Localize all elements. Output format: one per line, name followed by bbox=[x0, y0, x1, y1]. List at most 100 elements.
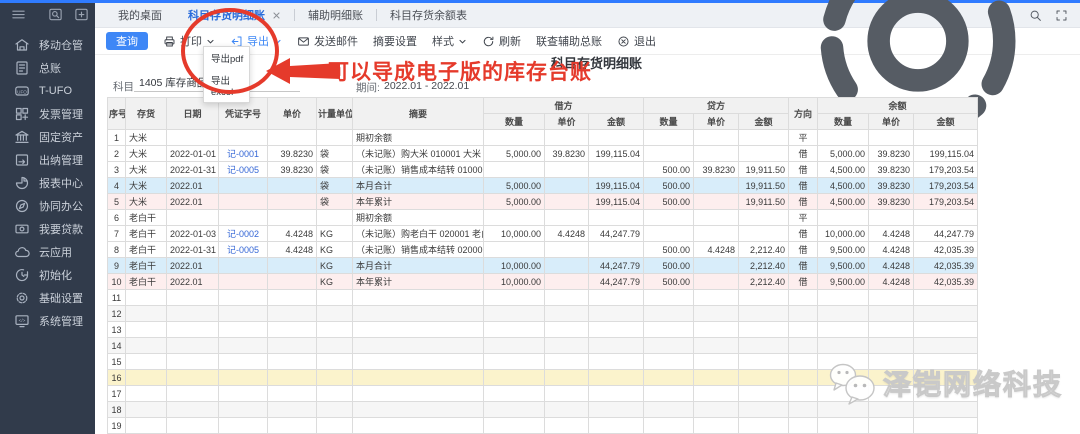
table-cell bbox=[789, 322, 818, 338]
table-cell: 袋 bbox=[317, 162, 353, 178]
table-row[interactable]: 16 bbox=[108, 370, 978, 386]
table-row[interactable]: 17 bbox=[108, 386, 978, 402]
table-cell bbox=[268, 258, 317, 274]
summary-settings-button[interactable]: 摘要设置 bbox=[373, 33, 417, 49]
sidebar-item-1[interactable]: 总账 bbox=[0, 56, 95, 79]
table-cell bbox=[589, 338, 644, 354]
sidebar-item-7[interactable]: 协同办公 bbox=[0, 194, 95, 217]
table-row[interactable]: 1大米期初余额平 bbox=[108, 130, 978, 146]
table-cell: 2,212.40 bbox=[739, 242, 789, 258]
style-button[interactable]: 样式 bbox=[432, 33, 467, 49]
table-row[interactable]: 18 bbox=[108, 402, 978, 418]
sidebar-item-3[interactable]: 发票管理 bbox=[0, 102, 95, 125]
tab-1[interactable]: 科目存货明细账 bbox=[175, 3, 294, 27]
table-cell bbox=[219, 178, 268, 194]
table-row[interactable]: 12 bbox=[108, 306, 978, 322]
hamburger-icon[interactable] bbox=[10, 7, 27, 22]
sub-col-header: 数量 bbox=[818, 114, 869, 130]
voucher-link[interactable]: 记-0005 bbox=[227, 245, 259, 255]
table-cell bbox=[914, 354, 978, 370]
send-mail-button[interactable]: 发送邮件 bbox=[297, 33, 358, 49]
table-row[interactable]: 8老白干2022-01-31记-00054.4248KG（未记账）销售成本结转 … bbox=[108, 242, 978, 258]
table-cell: KG bbox=[317, 258, 353, 274]
table-row[interactable]: 7老白干2022-01-03记-00024.4248KG（未记账）购老白干 02… bbox=[108, 226, 978, 242]
exit-button[interactable]: 退出 bbox=[617, 33, 656, 49]
table-cell: （未记账）销售成本结转 020001 老白干 bbox=[353, 242, 484, 258]
table-cell bbox=[545, 210, 589, 226]
table-cell bbox=[644, 322, 694, 338]
chevron-down-icon bbox=[273, 37, 282, 46]
table-row[interactable]: 4大米2022.01袋本月合计5,000.00199,115.04500.001… bbox=[108, 178, 978, 194]
voucher-link[interactable]: 记-0005 bbox=[227, 165, 259, 175]
sidebar-item-12[interactable]: </>系统管理 bbox=[0, 309, 95, 332]
table-cell bbox=[818, 418, 869, 434]
ledger-table-body: 1大米期初余额平2大米2022-01-01记-000139.8230袋（未记账）… bbox=[108, 130, 978, 434]
table-cell: 3 bbox=[108, 162, 126, 178]
sidebar-item-label: 出纳管理 bbox=[39, 152, 83, 168]
table-row[interactable]: 11 bbox=[108, 290, 978, 306]
voucher-link[interactable]: 记-0001 bbox=[227, 149, 259, 159]
table-row[interactable]: 10老白干2022.01KG本年累计10,000.0044,247.79500.… bbox=[108, 274, 978, 290]
sidebar-item-10[interactable]: 初始化 bbox=[0, 263, 95, 286]
table-cell: 老白干 bbox=[126, 242, 167, 258]
table-cell: 2022-01-31 bbox=[167, 162, 219, 178]
table-row[interactable]: 2大米2022-01-01记-000139.8230袋（未记账）购大米 0100… bbox=[108, 146, 978, 162]
table-cell bbox=[694, 274, 739, 290]
table-row[interactable]: 5大米2022.01袋本年累计5,000.00199,115.04500.001… bbox=[108, 194, 978, 210]
table-cell bbox=[219, 210, 268, 226]
table-cell bbox=[126, 290, 167, 306]
exit-icon bbox=[617, 35, 630, 48]
export-menu-item-1[interactable]: 导出excel bbox=[204, 69, 249, 102]
table-cell bbox=[219, 306, 268, 322]
query-button[interactable]: 查询 bbox=[106, 32, 148, 50]
tab-label: 科目存货余额表 bbox=[390, 7, 467, 23]
table-cell bbox=[644, 386, 694, 402]
table-cell: 4.4248 bbox=[869, 258, 914, 274]
table-row[interactable]: 14 bbox=[108, 338, 978, 354]
table-cell bbox=[545, 418, 589, 434]
new-window-icon[interactable] bbox=[74, 7, 89, 22]
export-menu-item-0[interactable]: 导出pdf bbox=[204, 47, 249, 69]
search-window-icon[interactable] bbox=[48, 7, 63, 22]
table-row[interactable]: 9老白干2022.01KG本月合计10,000.0044,247.79500.0… bbox=[108, 258, 978, 274]
table-cell: 袋 bbox=[317, 178, 353, 194]
table-cell bbox=[167, 322, 219, 338]
sidebar-item-2[interactable]: UFOT-UFO bbox=[0, 79, 95, 102]
table-cell bbox=[589, 130, 644, 146]
sidebar-item-4[interactable]: 固定资产 bbox=[0, 125, 95, 148]
table-row[interactable]: 19 bbox=[108, 418, 978, 434]
voucher-link[interactable]: 记-0002 bbox=[227, 229, 259, 239]
table-cell bbox=[484, 130, 545, 146]
sidebar-item-6[interactable]: 报表中心 bbox=[0, 171, 95, 194]
table-row[interactable]: 15 bbox=[108, 354, 978, 370]
table-row[interactable]: 6老白干期初余额平 bbox=[108, 210, 978, 226]
table-cell bbox=[268, 274, 317, 290]
sidebar-item-0[interactable]: 移动仓管 bbox=[0, 33, 95, 56]
sidebar-item-5[interactable]: 出纳管理 bbox=[0, 148, 95, 171]
table-cell: 9,500.00 bbox=[818, 274, 869, 290]
sidebar-item-11[interactable]: 基础设置 bbox=[0, 286, 95, 309]
sidebar-item-8[interactable]: 我要贷款 bbox=[0, 217, 95, 240]
linked-aux-ledger-button[interactable]: 联查辅助总账 bbox=[536, 33, 602, 49]
sub-col-header: 数量 bbox=[484, 114, 545, 130]
table-cell: 4,500.00 bbox=[818, 178, 869, 194]
table-cell: 本月合计 bbox=[353, 258, 484, 274]
refresh-button[interactable]: 刷新 bbox=[482, 33, 521, 49]
table-cell: 8 bbox=[108, 242, 126, 258]
table-cell bbox=[317, 306, 353, 322]
table-cell bbox=[589, 370, 644, 386]
tab-3[interactable]: 科目存货余额表 bbox=[377, 3, 480, 27]
table-row[interactable]: 3大米2022-01-31记-000539.8230袋（未记账）销售成本结转 0… bbox=[108, 162, 978, 178]
table-cell: 4.4248 bbox=[268, 226, 317, 242]
close-icon[interactable] bbox=[272, 11, 281, 20]
table-cell bbox=[219, 338, 268, 354]
table-cell: 500.00 bbox=[644, 178, 694, 194]
tab-2[interactable]: 辅助明细账 bbox=[295, 3, 376, 27]
table-cell: 500.00 bbox=[644, 242, 694, 258]
table-cell: 袋 bbox=[317, 194, 353, 210]
tab-0[interactable]: 我的桌面 bbox=[105, 3, 175, 27]
sub-col-header: 数量 bbox=[644, 114, 694, 130]
table-row[interactable]: 13 bbox=[108, 322, 978, 338]
sidebar-item-9[interactable]: 云应用 bbox=[0, 240, 95, 263]
table-cell bbox=[869, 354, 914, 370]
